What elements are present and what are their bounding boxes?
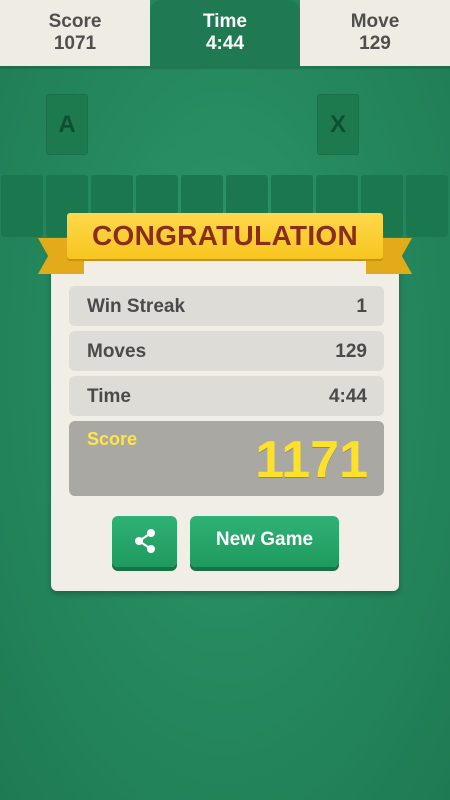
time-row-value: 4:44: [328, 386, 367, 407]
tableau-slot[interactable]: [406, 175, 448, 237]
moves-value: 129: [335, 341, 367, 362]
title-ribbon: CONGRATULATION: [67, 213, 383, 259]
new-game-button[interactable]: New Game: [190, 516, 339, 567]
move-value: 129: [359, 33, 391, 54]
foundation-pile-a[interactable]: A: [46, 94, 88, 155]
top-bar: Score 1071 Time 4:44 Move 129: [0, 0, 450, 66]
final-score-value: 1171: [255, 431, 368, 489]
time-row: Time 4:44: [69, 376, 384, 416]
move-stat: Move 129: [300, 0, 450, 66]
win-streak-value: 1: [356, 296, 367, 317]
move-label: Move: [350, 11, 400, 32]
score-value: 1071: [53, 33, 97, 54]
final-score-box: Score 1171: [69, 421, 384, 496]
dialog-title: CONGRATULATION: [91, 220, 359, 251]
share-button[interactable]: [112, 516, 177, 567]
share-icon: [134, 529, 155, 553]
win-streak-label: Win Streak: [87, 296, 186, 317]
moves-row: Moves 129: [69, 331, 384, 371]
win-streak-row: Win Streak 1: [69, 286, 384, 326]
time-value: 4:44: [205, 33, 245, 54]
score-stat: Score 1071: [0, 0, 150, 66]
score-label: Score: [48, 11, 102, 32]
final-score-label: Score: [87, 429, 138, 449]
tableau-slot[interactable]: [1, 175, 43, 237]
top-bar-shadow: [0, 66, 450, 69]
time-label: Time: [202, 11, 247, 32]
moves-label: Moves: [87, 341, 147, 362]
time-row-label: Time: [87, 386, 132, 407]
foundation-pile-x[interactable]: X: [317, 94, 359, 155]
time-stat: Time 4:44: [150, 0, 300, 66]
